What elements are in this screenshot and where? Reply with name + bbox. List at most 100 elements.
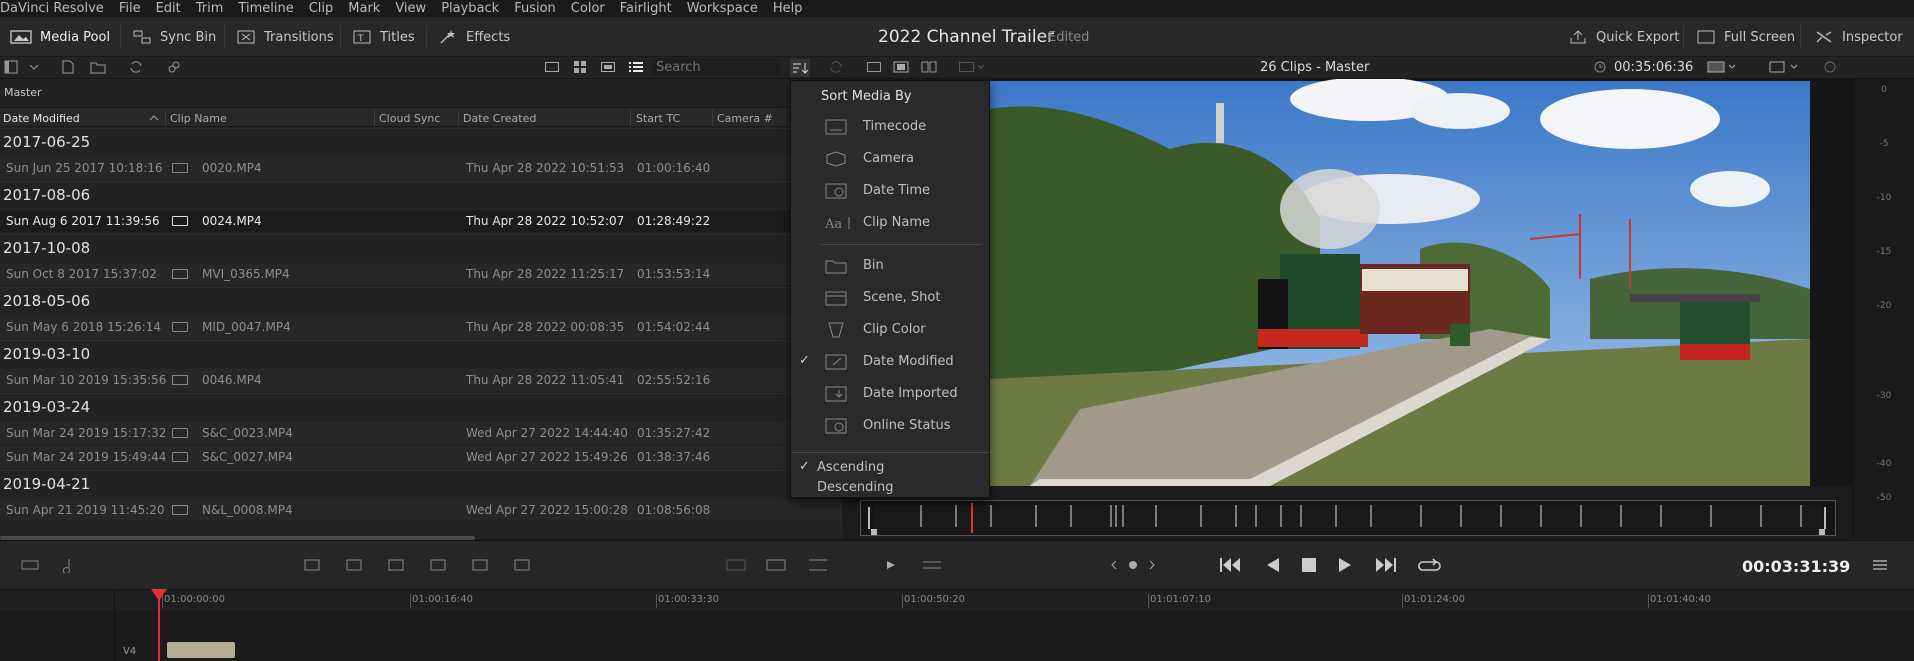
hamburger-menu-icon[interactable] [1870,556,1890,574]
search-input[interactable] [652,58,780,76]
inspector-button[interactable]: Inspector [1814,26,1903,48]
sort-by-clip-color[interactable]: Clip Color [791,318,989,342]
play-icon[interactable] [1334,554,1356,576]
sync-icon[interactable] [128,59,144,75]
menu-edit[interactable]: Edit [156,1,188,16]
trim-icon[interactable] [724,556,748,574]
menu-playback[interactable]: Playback [441,1,506,16]
menu-app[interactable]: DaVinci Resolve [0,1,111,16]
menu-clip[interactable]: Clip [309,1,341,16]
column-start-tc[interactable]: Start TC [636,112,680,125]
go-to-start-icon[interactable] [1216,554,1244,576]
column-date-created[interactable]: Date Created [463,112,536,125]
table-row-selected[interactable]: Sun Aug 6 2017 11:39:56 0024.MP4 Thu Apr… [0,210,842,232]
match-frame-icon[interactable] [876,556,904,574]
menu-color[interactable]: Color [571,1,612,16]
transitions-button[interactable]: Transitions [236,26,334,48]
menu-item-label: Camera [863,151,915,166]
metadata-view-icon[interactable] [544,60,560,74]
refresh-icon[interactable] [828,60,844,74]
sync-bin-button[interactable]: Sync Bin [132,26,216,48]
table-row[interactable]: Sun Mar 24 2019 15:49:44 S&C_0027.MP4 We… [0,446,842,468]
sort-icon[interactable] [790,59,810,77]
list-view-icon[interactable] [628,60,644,74]
effects-button[interactable]: Effects [438,26,510,48]
dual-viewer-icon[interactable] [920,60,938,74]
column-date-modified[interactable]: Date Modified [3,112,80,125]
svg-text:T: T [357,34,364,44]
menu-file[interactable]: File [119,1,148,16]
new-bin-icon[interactable] [90,59,106,75]
ruler-label: 01:00:50:20 [904,594,966,605]
menu-fusion[interactable]: Fusion [514,1,563,16]
table-row[interactable]: Sun Jun 25 2017 10:18:16 0020.MP4 Thu Ap… [0,157,842,179]
timeline-clip[interactable] [167,642,235,658]
loop-icon[interactable] [1416,554,1444,576]
column-camera[interactable]: Camera # [717,112,773,125]
dynamic-trim-icon[interactable] [764,556,788,574]
play-reverse-icon[interactable] [1262,554,1284,576]
menu-help[interactable]: Help [773,1,810,16]
bypass-icon[interactable] [1822,59,1838,75]
sort-by-date-time[interactable]: Date Time [791,179,989,203]
append-clip-icon[interactable] [510,556,534,574]
table-row[interactable]: Sun Mar 10 2019 15:35:56 0046.MP4 Thu Ap… [0,369,842,391]
timeline-tracks[interactable] [0,610,1914,661]
scrub-bar[interactable] [860,500,1836,536]
menu-view[interactable]: View [395,1,433,16]
sort-by-online-status[interactable]: Online Status [791,414,989,438]
table-row-partial[interactable] [0,523,842,536]
menu-trim[interactable]: Trim [196,1,231,16]
cell-clip-name: MVI_0365.MP4 [202,267,290,281]
audio-track-options-icon[interactable] [62,556,82,574]
video-track-options-icon[interactable] [20,556,40,574]
viewer-zoom-icon[interactable] [1768,60,1802,74]
sort-by-date-modified[interactable]: ✓ Date Modified [791,350,989,374]
overwrite-clip-icon[interactable] [342,556,366,574]
viewer-options-icon[interactable] [1706,60,1740,74]
table-row[interactable]: Sun May 6 2018 15:26:14 MID_0047.MP4 Thu… [0,316,842,338]
media-pool-button[interactable]: Media Pool [10,26,110,48]
sort-by-camera[interactable]: Camera [791,147,989,171]
stop-icon[interactable] [1298,554,1320,576]
menu-timeline[interactable]: Timeline [238,1,300,16]
titles-button[interactable]: T Titles [352,26,415,48]
meter-tick: -10 [1876,193,1892,203]
settings-sliders-icon[interactable] [920,556,944,574]
source-viewer[interactable] [990,77,1852,486]
table-row[interactable]: Sun Oct 8 2017 15:37:02 MVI_0365.MP4 Thu… [0,263,842,285]
sort-by-date-imported[interactable]: Date Imported [791,382,989,406]
sort-by-timecode[interactable]: Timecode [791,115,989,139]
link-icon[interactable] [166,59,182,75]
filmstrip-view-icon[interactable] [600,60,616,74]
fit-to-fill-icon[interactable] [426,556,450,574]
menu-workspace[interactable]: Workspace [687,1,765,16]
go-to-end-icon[interactable] [1372,554,1400,576]
cell-clip-name: N&L_0008.MP4 [202,503,293,517]
quick-export-button[interactable]: Quick Export [1568,26,1679,48]
table-row[interactable]: Sun Mar 24 2019 15:17:32 S&C_0023.MP4 We… [0,422,842,444]
playhead-handle[interactable] [151,589,167,601]
replace-clip-icon[interactable] [384,556,408,574]
sort-by-scene-shot[interactable]: Scene, Shot [791,286,989,310]
viewer-mode-icon[interactable] [866,60,882,74]
column-clip-name[interactable]: Clip Name [170,112,227,125]
blade-icon[interactable] [806,556,830,574]
chevron-down-icon[interactable] [28,60,40,74]
source-viewer-icon[interactable] [892,60,910,74]
insert-clip-icon[interactable] [300,556,324,574]
sort-by-clip-name[interactable]: Aa Clip Name [791,211,989,235]
jog-control[interactable] [1110,556,1156,574]
menu-fairlight[interactable]: Fairlight [620,1,679,16]
sort-descending-option[interactable]: Descending [791,476,989,500]
thumbnail-view-icon[interactable] [572,60,588,74]
place-on-top-icon[interactable] [468,556,492,574]
column-cloud-sync[interactable]: Cloud Sync [379,112,440,125]
sort-by-bin[interactable]: Bin [791,254,989,278]
import-media-icon[interactable] [60,59,76,75]
menu-mark[interactable]: Mark [348,1,387,16]
table-row[interactable]: Sun Apr 21 2019 11:45:20 N&L_0008.MP4 We… [0,499,842,521]
viewer-size-dropdown[interactable] [958,60,988,74]
panel-toggle-icon[interactable] [4,60,18,74]
full-screen-button[interactable]: Full Screen [1696,26,1795,48]
